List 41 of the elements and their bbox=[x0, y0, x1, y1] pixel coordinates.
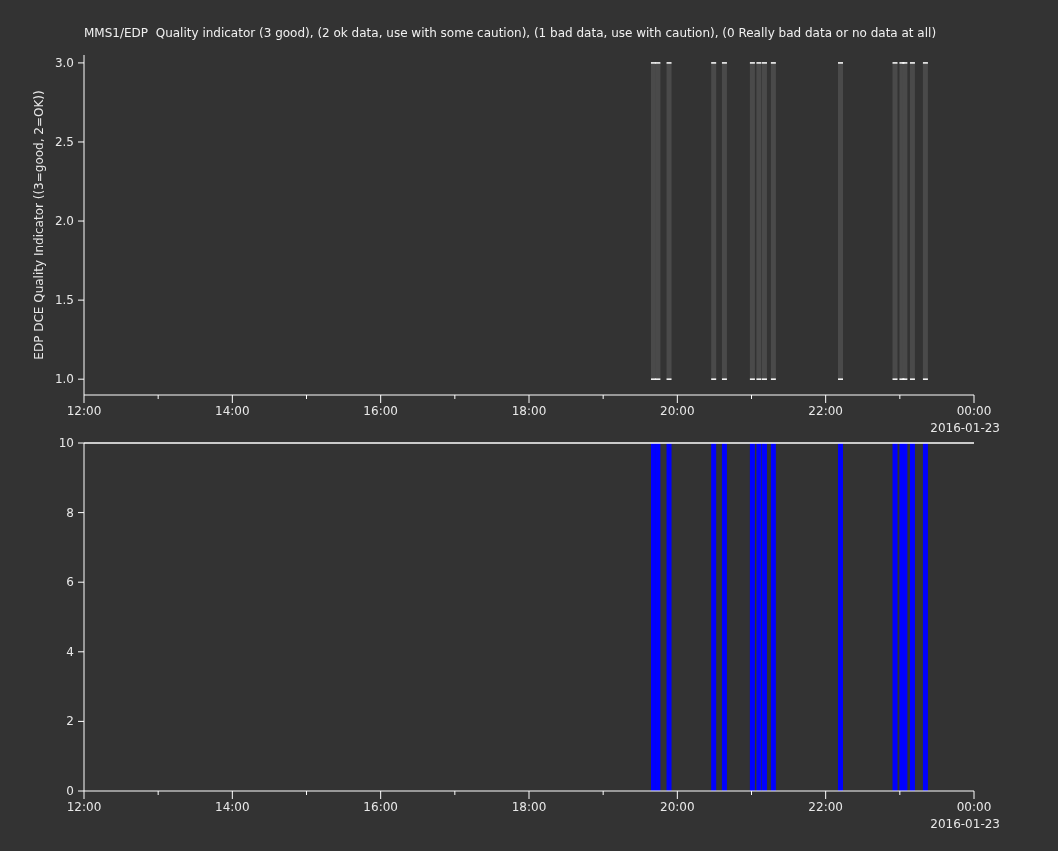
end-marker bbox=[710, 378, 717, 380]
end-marker bbox=[770, 378, 777, 380]
tick-label: 00:00 bbox=[956, 404, 992, 418]
end-marker bbox=[721, 378, 728, 380]
end-marker bbox=[721, 62, 728, 64]
tick-label: 12:00 bbox=[66, 404, 102, 418]
date-label: 2016-01-23 bbox=[930, 817, 1000, 831]
end-marker bbox=[922, 62, 929, 64]
tick-label: 18:00 bbox=[511, 404, 547, 418]
end-marker bbox=[665, 62, 673, 64]
tick-label: 22:00 bbox=[808, 800, 843, 814]
tick-label: 16:00 bbox=[363, 800, 398, 814]
tick-label: 12:00 bbox=[66, 800, 102, 814]
tick-label: 3.0 bbox=[54, 55, 74, 70]
date-label: 2016-01-23 bbox=[930, 421, 1000, 435]
tick-label: 14:00 bbox=[215, 404, 250, 418]
tick-label: 4 bbox=[66, 644, 74, 659]
tick-label: 2 bbox=[66, 714, 74, 729]
tick-label: 8 bbox=[66, 505, 74, 520]
tick-label: 20:00 bbox=[660, 404, 695, 418]
tick-label: 10 bbox=[58, 436, 74, 450]
tick-label: 20:00 bbox=[660, 800, 695, 814]
end-marker bbox=[922, 378, 929, 380]
tick-label: 14:00 bbox=[215, 800, 250, 814]
tick-label: 1.0 bbox=[54, 372, 74, 387]
tick-label: 6 bbox=[66, 575, 74, 590]
tick-label: 2.0 bbox=[54, 214, 74, 229]
tick-label: 2.5 bbox=[54, 135, 74, 149]
y-axis-label: EDP DCE Quality Indicator ((3=good, 2=OK)) bbox=[32, 90, 46, 360]
tick-label: 0 bbox=[66, 784, 74, 798]
plot-title: MMS1/EDP Quality indicator (3 good), (2 ok data, use with some caution), (1 bad data, use with caution), (0 Really bad data or no data at all) bbox=[84, 25, 937, 42]
end-marker bbox=[770, 62, 777, 64]
end-marker bbox=[837, 62, 844, 64]
tick-label: 00:00 bbox=[956, 800, 992, 814]
end-marker bbox=[837, 378, 844, 380]
tick-label: 16:00 bbox=[363, 404, 398, 418]
end-marker bbox=[665, 378, 673, 380]
tick-label: 18:00 bbox=[511, 800, 547, 814]
end-marker bbox=[710, 62, 717, 64]
tick-label: 22:00 bbox=[808, 404, 843, 418]
tick-label: 1.5 bbox=[54, 293, 74, 308]
